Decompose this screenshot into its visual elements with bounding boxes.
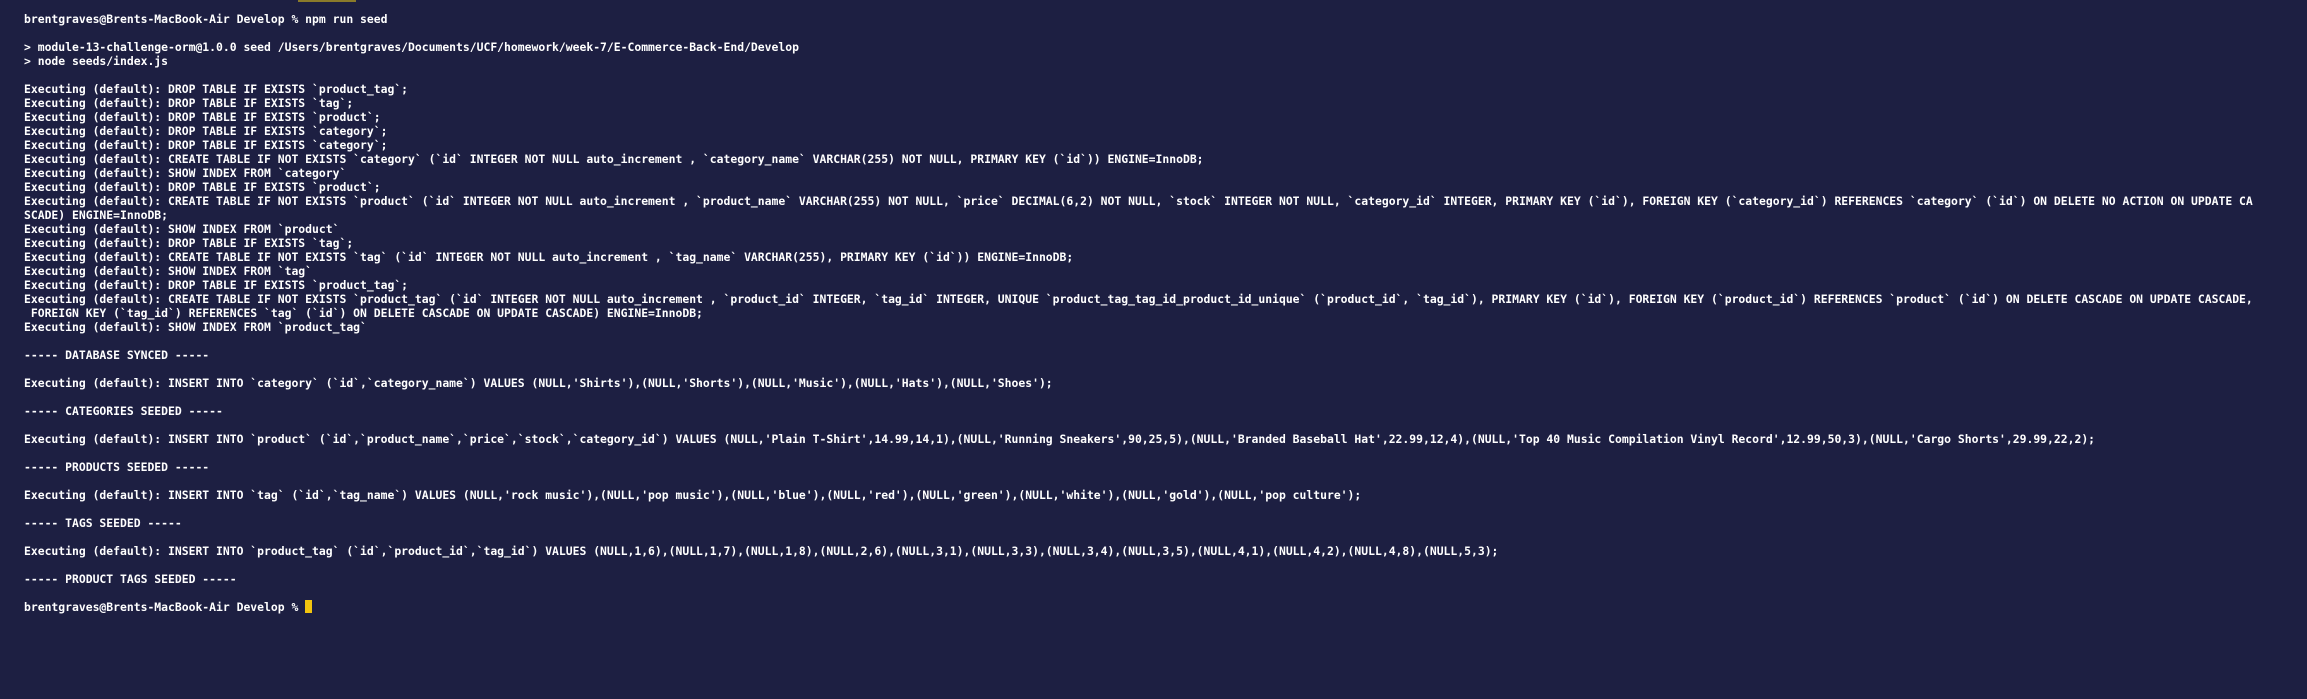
terminal-output: brentgraves@Brents-MacBook-Air Develop %… (24, 12, 2307, 614)
output-line: Executing (default): DROP TABLE IF EXIST… (24, 124, 388, 138)
output-line: ----- TAGS SEEDED ----- (24, 516, 182, 530)
output-line: ----- PRODUCT TAGS SEEDED ----- (24, 572, 237, 586)
output-line: Executing (default): DROP TABLE IF EXIST… (24, 278, 409, 292)
output-line: Executing (default): DROP TABLE IF EXIST… (24, 82, 409, 96)
output-line: ----- PRODUCTS SEEDED ----- (24, 460, 210, 474)
output-line: Executing (default): DROP TABLE IF EXIST… (24, 96, 354, 110)
output-line: Executing (default): DROP TABLE IF EXIST… (24, 180, 381, 194)
output-line: Executing (default): INSERT INTO `produc… (24, 432, 2096, 446)
command-line: brentgraves@Brents-MacBook-Air Develop %… (24, 12, 388, 26)
output-line: Executing (default): CREATE TABLE IF NOT… (24, 292, 2253, 306)
output-line: Executing (default): SHOW INDEX FROM `pr… (24, 320, 367, 334)
output-line: Executing (default): CREATE TABLE IF NOT… (24, 250, 1074, 264)
output-line: Executing (default): SHOW INDEX FROM `ta… (24, 264, 313, 278)
tab-indicator (298, 0, 356, 2)
output-line: > node seeds/index.js (24, 54, 169, 68)
output-line: Executing (default): CREATE TABLE IF NOT… (24, 152, 1204, 166)
current-prompt-line[interactable]: brentgraves@Brents-MacBook-Air Develop % (24, 600, 2307, 614)
output-line: Executing (default): SHOW INDEX FROM `pr… (24, 222, 340, 236)
terminal-window[interactable]: brentgraves@Brents-MacBook-Air Develop %… (0, 0, 2307, 699)
output-line: Executing (default): DROP TABLE IF EXIST… (24, 236, 354, 250)
output-line: > module-13-challenge-orm@1.0.0 seed /Us… (24, 40, 799, 54)
output-line: Executing (default): DROP TABLE IF EXIST… (24, 138, 388, 152)
output-line: Executing (default): SHOW INDEX FROM `ca… (24, 166, 347, 180)
output-line: Executing (default): INSERT INTO `tag` (… (24, 488, 1362, 502)
prompt-text: brentgraves@Brents-MacBook-Air Develop % (24, 600, 306, 614)
output-line: FOREIGN KEY (`tag_id`) REFERENCES `tag` … (24, 306, 703, 320)
output-line: Executing (default): CREATE TABLE IF NOT… (24, 194, 2253, 208)
text-cursor (305, 600, 313, 613)
output-line: Executing (default): DROP TABLE IF EXIST… (24, 110, 381, 124)
output-line: ----- DATABASE SYNCED ----- (24, 348, 210, 362)
output-line: Executing (default): INSERT INTO `produc… (24, 544, 1499, 558)
output-line: Executing (default): INSERT INTO `catego… (24, 376, 1053, 390)
output-line: SCADE) ENGINE=InnoDB; (24, 208, 169, 222)
output-line: ----- CATEGORIES SEEDED ----- (24, 404, 223, 418)
